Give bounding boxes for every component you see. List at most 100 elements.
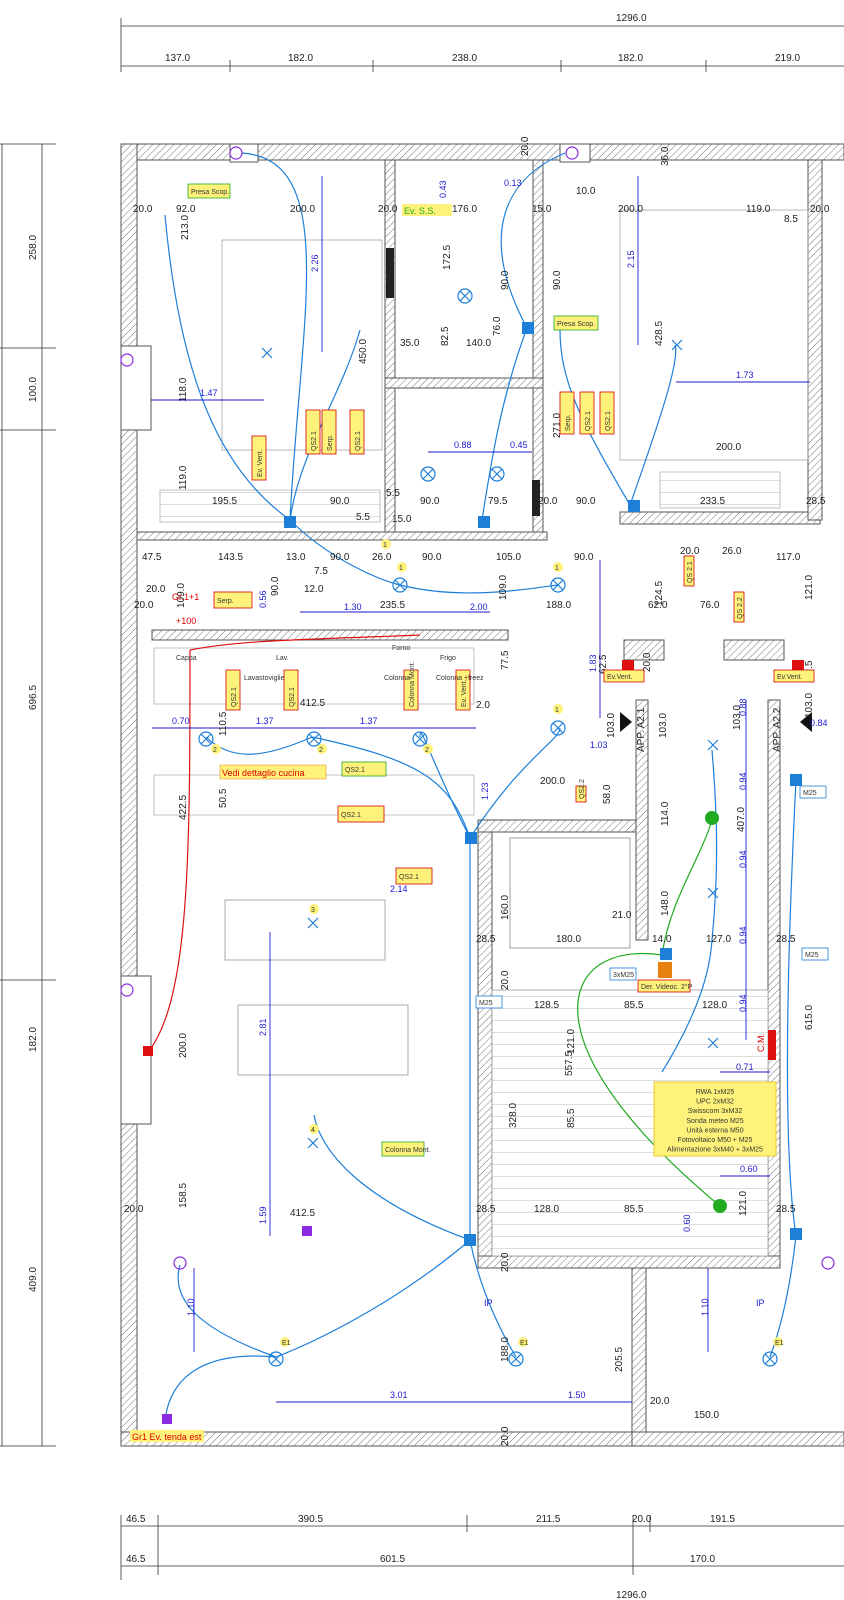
ip-label-2: IP [756,1298,765,1308]
blue-dimension: 0.60 [682,1214,692,1232]
bottom-note: Gr1 Ev. tenda est [132,1432,202,1442]
room-dimension: 20.0 [500,970,511,990]
cross-label: 1 [399,565,403,572]
room-dimension: 82.5 [440,326,451,346]
room-dimension: 615.0 [804,1005,815,1030]
cross-label: 1 [555,707,559,714]
der-video-tag: Der. Videoc. 2°P [641,983,693,991]
tag-yellow: QS2.1 [605,411,612,431]
cross-label: E1 [282,1340,291,1347]
top-dimensions: 1296.0 137.0 182.0 238.0 182.0 219.0 [165,13,800,64]
blue-dimension: 0.56 [258,590,268,608]
room-dimension: 92.0 [176,204,196,215]
room-dimension: 428.5 [654,321,665,346]
room-dimension: 158.5 [178,1183,189,1208]
room-dimension: 121.0 [804,575,815,600]
room-dimension: 20.0 [538,496,558,507]
tag-yellow: QS 2.1 [687,561,694,583]
apt-label-1: APP. A2.1 [636,707,647,752]
blue-dimension: 2.81 [258,1018,268,1036]
tag-yellow: Ev. Vent. [257,449,264,477]
room-dimension: 7.5 [314,566,328,577]
tag-yellow: QS2.1 [585,411,592,431]
room-dimension: 76.0 [700,600,720,611]
room-dimension: 90.0 [576,496,596,507]
ev-vent-tag: Ev.Vent. [607,674,633,681]
gr-note: Gr.1+1 [172,592,199,602]
room-dimension: 140.0 [466,338,491,349]
room-dimension: 121.0 [566,1029,577,1054]
room-dimension: 119.0 [746,204,771,215]
ev-vent-tag: Ev.Vent. [777,674,803,681]
tag-green: Presa Scop. [557,321,595,328]
room-dimension: 200.0 [178,1033,189,1058]
room-dimension: 103.0 [804,693,815,718]
blue-dimension: 1.10 [700,1298,710,1316]
room-dimension: 47.5 [142,552,162,563]
arrow-app1 [620,712,632,732]
room-dimension: 160.0 [500,895,511,920]
kitchen-appliance-label: Lavastoviglie [244,675,285,682]
room-dimension: 62.0 [648,600,668,611]
room-dimension: 20.0 [642,652,653,672]
room-dimension: 109.0 [498,575,509,600]
room-dimension: 2.0 [476,700,490,711]
room-dimension: 28.5 [776,934,796,945]
tag-yellow: QS2.1 [311,431,318,451]
room-dimension: 103.0 [606,713,617,738]
legend-entry: Unità esterna M50 [686,1127,743,1134]
room-dimension: 36.0 [660,146,671,166]
cm-label: C.M. [756,1033,766,1052]
kitchen-appliance-label: Colonna +freez [436,675,484,682]
apt-label-2: APP. A2.2 [772,707,783,752]
dim-bottom-row1: 46.5 [126,1514,146,1525]
bottom-dimensions: 46.5 390.5 211.5 20.0 191.5 46.5 601.5 170.0 129… [126,1514,735,1600]
blue-dimension: 0.45 [510,440,528,450]
dim-top-segment: 219.0 [775,53,800,64]
dim-top-segment: 238.0 [452,53,477,64]
tag-yellow: QS2.2 [579,779,586,799]
tag-green: Presa Scop. [191,189,229,196]
legend-entry: Swisscom 3xM32 [688,1108,743,1115]
room-dimension: 103.0 [658,713,669,738]
room-dimension: 5.5 [356,512,370,523]
tag-yellow: QS2.1 [355,431,362,451]
room-dimension: 205.5 [614,1347,625,1372]
room-dimension: 188.0 [500,1337,511,1362]
room-dimension: 143.5 [218,552,243,563]
tag-yellow: Serp. [565,414,572,431]
cross-label: E1 [520,1340,529,1347]
room-dimension: 85.5 [624,1000,644,1011]
cross-label: 2 [213,747,217,754]
blue-dimension: 1.83 [588,654,598,672]
left-dimensions: 258.0 100.0 182.0 409.0 696.5 [28,235,39,1292]
dim-left-outer: 409.0 [28,1267,39,1292]
cm-box [768,1030,776,1060]
conduit-tag: M25 [805,952,819,959]
blue-dimension: 0.60 [740,1164,758,1174]
blue-dimension: 1.23 [480,782,490,800]
dim-bottom-row1: 390.5 [298,1514,323,1525]
tag-yellow: QS 2.2 [737,597,744,619]
room-dimension: 21.0 [612,910,632,921]
orange-box [658,962,672,978]
room-dimension: 90.0 [330,552,350,563]
blue-dimension: 1.59 [258,1206,268,1224]
blue-dimension: 0.84 [810,718,828,728]
room-dimension: 20.0 [146,584,166,595]
tag-green: Colonna Mont. [385,1147,431,1154]
conduit-tag: M25 [803,790,817,797]
dim-bottom-row2: 601.5 [380,1554,405,1565]
dim-bottom-row1: 191.5 [710,1514,735,1525]
blue-dimension: 0.13 [504,178,522,188]
tag-yellow: Serp. [327,434,334,451]
room-dimension: 235.5 [380,600,405,611]
dim-top-segment: 137.0 [165,53,190,64]
blue-dimension: 2.00 [470,602,488,612]
room-dimension: 121.0 [738,1191,749,1216]
room-dimension: 28.5 [806,496,826,507]
room-dimension: 90.0 [420,496,440,507]
dim-top-segment: 182.0 [618,53,643,64]
room-dimension: 90.0 [422,552,442,563]
kitchen-appliance-label: Cappa [176,655,197,662]
